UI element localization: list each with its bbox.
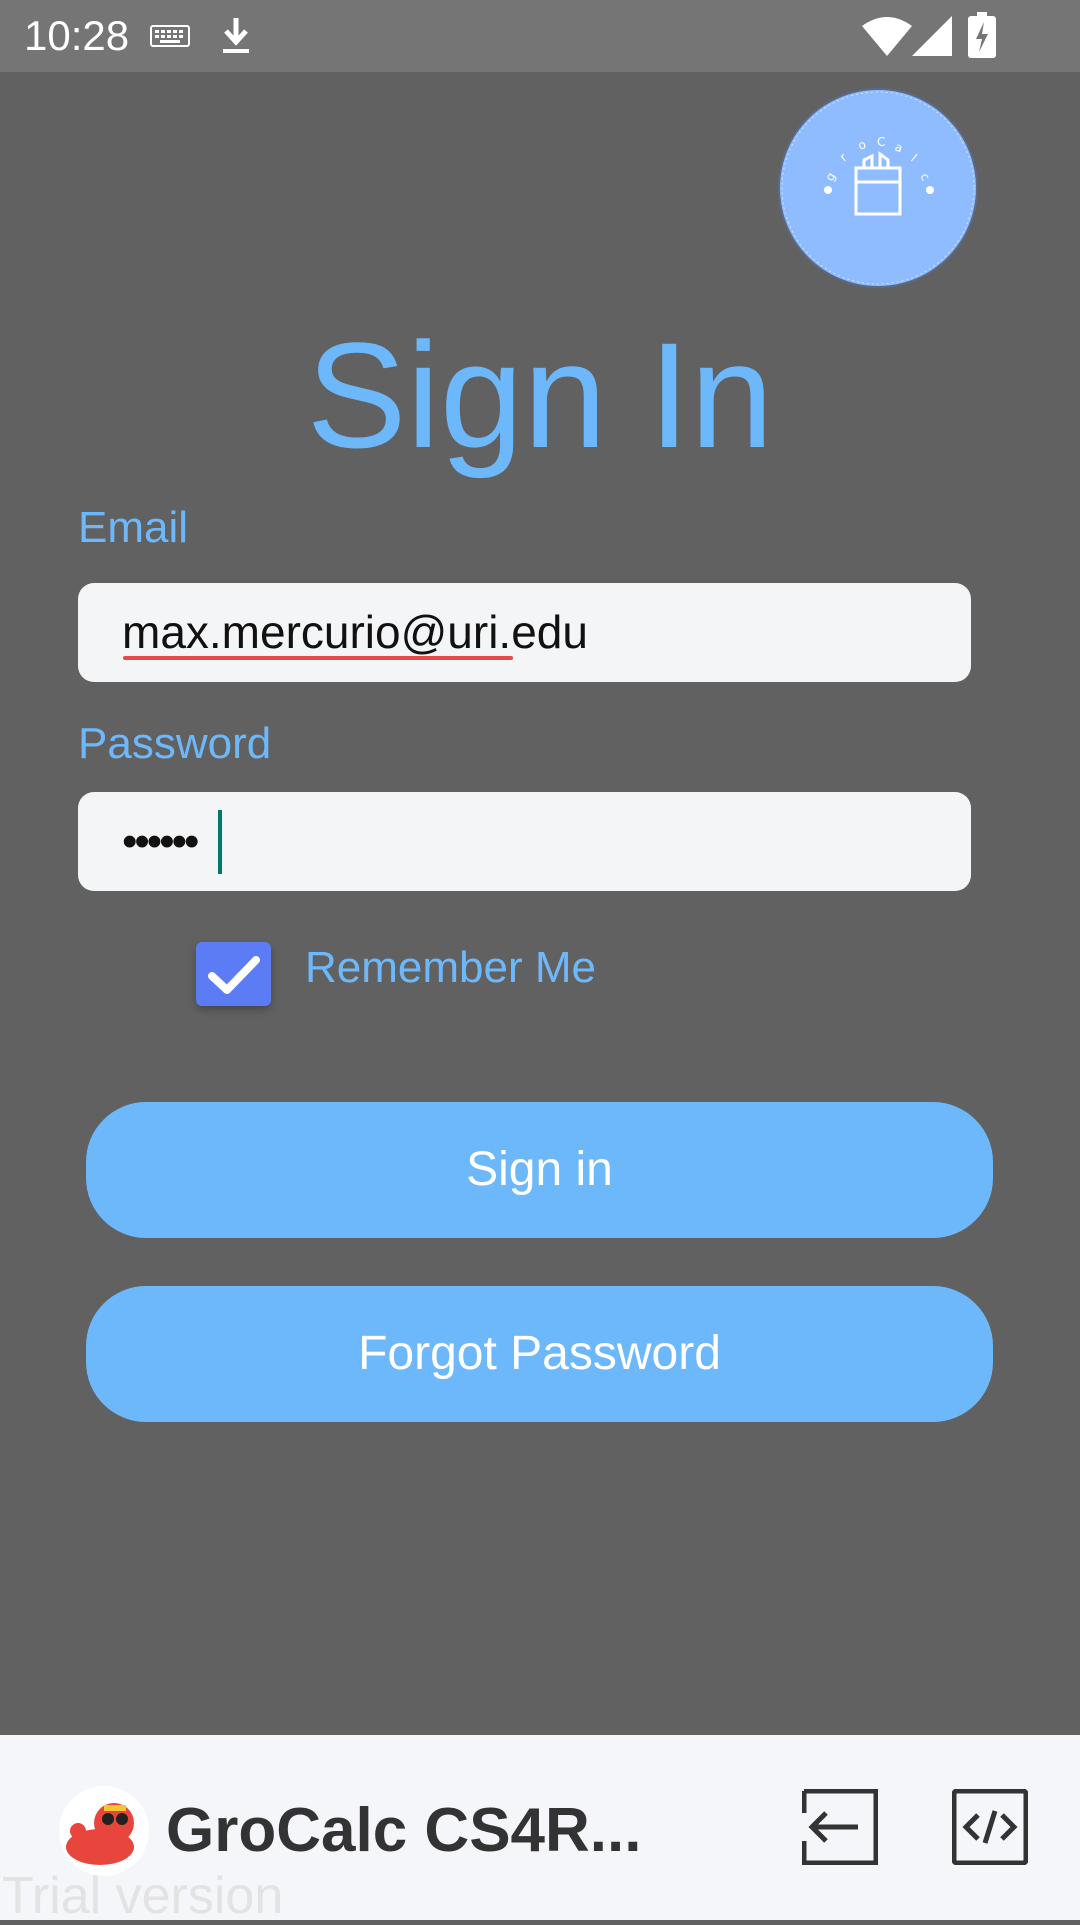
email-field[interactable] [78,583,971,682]
remember-me-checkbox[interactable] [196,942,271,1006]
keyboard-icon [150,22,190,55]
status-time: 10:28 [24,12,130,59]
svg-text:c: c [917,171,932,184]
grocery-bag-icon [854,151,902,216]
signal-icon [912,16,952,61]
forgot-password-button[interactable]: Forgot Password [86,1286,993,1422]
wifi-icon [862,16,912,61]
page-title: Sign In [306,311,774,479]
trial-watermark: Trial version [2,1867,284,1925]
sign-in-button[interactable]: Sign in [86,1102,993,1238]
svg-text:g: g [822,170,838,184]
battery-charging-icon [968,12,996,63]
svg-text:a: a [893,140,905,156]
password-field[interactable] [78,792,971,891]
svg-text:o: o [856,137,868,153]
grocalc-logo: g r o C a l c [780,90,976,286]
password-label: Password [78,719,272,768]
app-avatar [58,1785,150,1877]
spellcheck-underline [123,656,513,660]
download-icon [220,14,252,61]
checkmark-icon [208,956,260,994]
email-label: Email [78,503,189,552]
password-value: •••••• [122,817,199,866]
app-name: GroCalc CS4R... [166,1796,642,1865]
svg-text:r: r [837,150,850,164]
status-bar: 10:28 [0,0,1080,72]
svg-text:l: l [908,152,920,165]
text-caret [218,810,222,874]
exit-icon[interactable] [801,1788,879,1866]
remember-me-label[interactable]: Remember Me [305,942,596,994]
code-icon[interactable] [951,1788,1029,1866]
svg-text:C: C [877,135,885,149]
